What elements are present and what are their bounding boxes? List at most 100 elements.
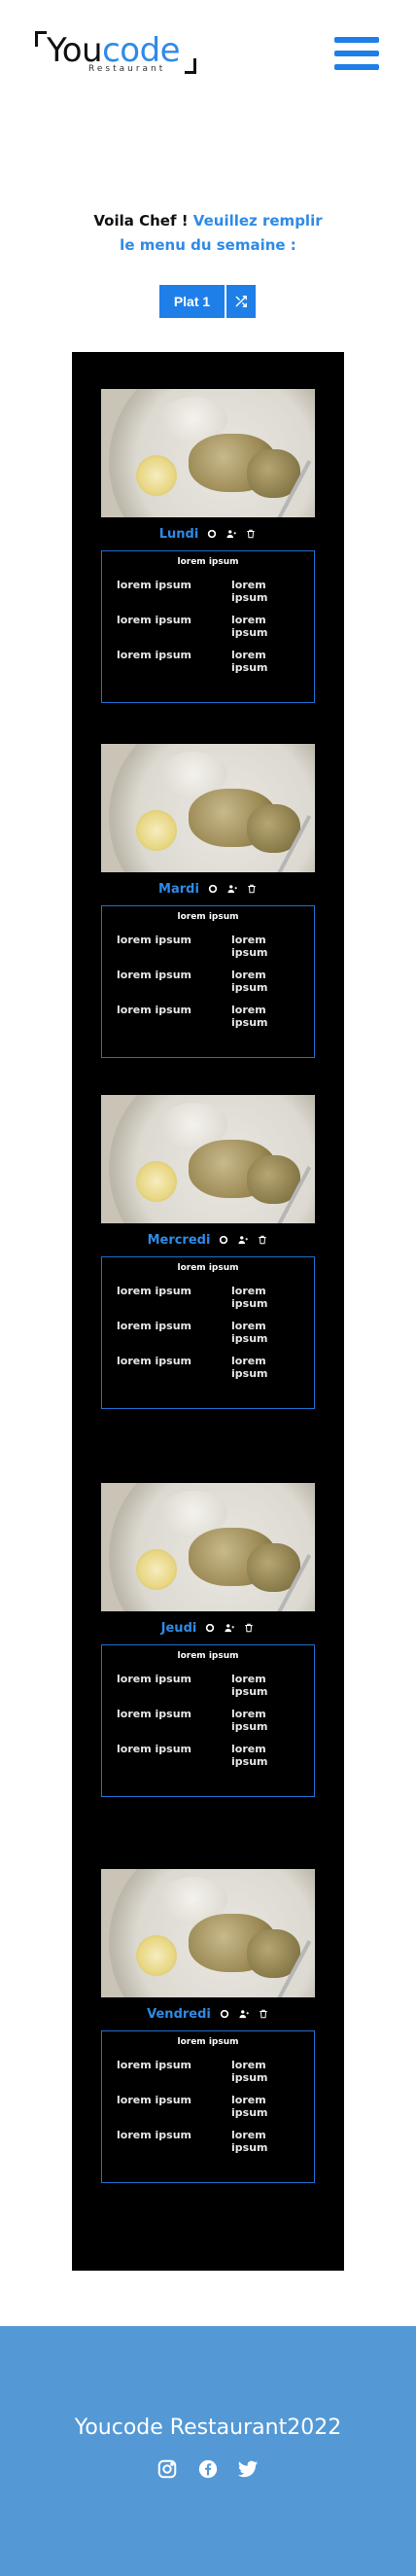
instagram-icon[interactable] xyxy=(156,2458,178,2480)
day-header: Vendredi xyxy=(101,1997,315,2030)
logo-bracket-bottom-right xyxy=(185,58,196,74)
day-name: Lundi xyxy=(158,526,199,542)
dish-photo xyxy=(101,1095,315,1223)
menu-item[interactable]: lorem ipsum xyxy=(117,579,231,594)
menu-item[interactable]: lorem ipsum xyxy=(117,614,231,629)
settings-icon[interactable] xyxy=(206,528,218,540)
settings-icon[interactable] xyxy=(204,1622,216,1634)
menu-item[interactable]: lorem ipsum xyxy=(117,969,231,984)
intro-instruction-1: Veuillez remplir xyxy=(192,212,323,229)
add-user-icon[interactable] xyxy=(226,883,238,895)
trash-icon[interactable] xyxy=(246,883,258,895)
dish-photo xyxy=(101,1869,315,1997)
footer: Youcode Restaurant2022 xyxy=(0,2326,416,2576)
logo[interactable]: Youcode Restaurant xyxy=(35,29,196,76)
menu-box-title: lorem ipsum xyxy=(177,2037,239,2047)
menu-box: lorem ipsum lorem ipsum lorem ipsum lore… xyxy=(101,550,315,703)
menu-box: lorem ipsum lorem ipsum lorem ipsum lore… xyxy=(101,1256,315,1409)
day-card: Jeudi lorem ipsum lorem ipsum lorem ipsu… xyxy=(101,1483,315,1797)
settings-icon[interactable] xyxy=(207,883,219,895)
hamburger-bar xyxy=(334,51,379,56)
menu-item[interactable]: lorem ipsum xyxy=(231,1743,301,1768)
hamburger-bar xyxy=(334,37,379,43)
trash-icon[interactable] xyxy=(257,1234,268,1246)
plat-button[interactable]: Plat 1 xyxy=(159,285,225,318)
menu-item[interactable]: lorem ipsum xyxy=(117,2094,231,2109)
menu-box-title: lorem ipsum xyxy=(177,1263,239,1273)
menu-item[interactable]: lorem ipsum xyxy=(231,1285,301,1310)
add-user-icon[interactable] xyxy=(237,1234,249,1246)
trash-icon[interactable] xyxy=(243,1622,255,1634)
menu-item[interactable]: lorem ipsum xyxy=(231,1673,301,1698)
twitter-icon[interactable] xyxy=(237,2458,259,2480)
menu-item[interactable]: lorem ipsum xyxy=(231,1320,301,1345)
menu-box-title: lorem ipsum xyxy=(177,1651,239,1661)
dish-photo xyxy=(101,1483,315,1611)
day-header: Mardi xyxy=(101,872,315,905)
menu-item[interactable]: lorem ipsum xyxy=(117,1708,231,1723)
day-card: Mardi lorem ipsum lorem ipsum lorem ipsu… xyxy=(101,744,315,1058)
day-name: Jeudi xyxy=(160,1620,197,1636)
menu-item[interactable]: lorem ipsum xyxy=(117,934,231,949)
menu-item[interactable]: lorem ipsum xyxy=(231,934,301,959)
menu-item[interactable]: lorem ipsum xyxy=(117,1285,231,1300)
menu-box: lorem ipsum lorem ipsum lorem ipsum lore… xyxy=(101,1644,315,1797)
menu-item[interactable]: lorem ipsum xyxy=(117,1743,231,1758)
menu-item[interactable]: lorem ipsum xyxy=(117,1355,231,1370)
logo-subtitle: Restaurant xyxy=(88,64,166,74)
intro-line-1: Voila Chef ! Veuillez remplir xyxy=(0,209,416,233)
add-user-icon[interactable] xyxy=(224,1622,235,1634)
menu-items-grid: lorem ipsum lorem ipsum lorem ipsum lore… xyxy=(117,2059,301,2154)
menu-items-grid: lorem ipsum lorem ipsum lorem ipsum lore… xyxy=(117,1285,301,1380)
menu-items-grid: lorem ipsum lorem ipsum lorem ipsum lore… xyxy=(117,579,301,674)
menu-box: lorem ipsum lorem ipsum lorem ipsum lore… xyxy=(101,905,315,1058)
day-name: Vendredi xyxy=(147,2006,211,2022)
plat-controls: Plat 1 xyxy=(159,285,256,318)
menu-item[interactable]: lorem ipsum xyxy=(231,2094,301,2119)
menu-item[interactable]: lorem ipsum xyxy=(117,1004,231,1019)
settings-icon[interactable] xyxy=(218,1234,229,1246)
intro-instruction-2: le menu du semaine : xyxy=(120,236,296,254)
day-card: Lundi lorem ipsum lorem ipsum lorem ipsu… xyxy=(101,389,315,703)
menu-item[interactable]: lorem ipsum xyxy=(117,1673,231,1688)
menu-box-title: lorem ipsum xyxy=(177,557,239,567)
menu-items-grid: lorem ipsum lorem ipsum lorem ipsum lore… xyxy=(117,934,301,1029)
intro-greeting: Voila Chef ! xyxy=(93,212,193,229)
menu-box: lorem ipsum lorem ipsum lorem ipsum lore… xyxy=(101,2030,315,2183)
shuffle-button[interactable] xyxy=(225,285,256,318)
add-user-icon[interactable] xyxy=(238,2008,250,2020)
menu-item[interactable]: lorem ipsum xyxy=(117,2059,231,2074)
menu-item[interactable]: lorem ipsum xyxy=(231,2059,301,2084)
settings-icon[interactable] xyxy=(219,2008,230,2020)
trash-icon[interactable] xyxy=(245,528,257,540)
menu-item[interactable]: lorem ipsum xyxy=(231,614,301,639)
intro-text: Voila Chef ! Veuillez remplir le menu du… xyxy=(0,209,416,258)
weekly-menu-panel: Lundi lorem ipsum lorem ipsum lorem ipsu… xyxy=(72,352,344,2271)
shuffle-icon xyxy=(235,296,247,307)
day-name: Mercredi xyxy=(147,1232,211,1248)
menu-item[interactable]: lorem ipsum xyxy=(231,649,301,674)
menu-item[interactable]: lorem ipsum xyxy=(231,1708,301,1733)
add-user-icon[interactable] xyxy=(225,528,237,540)
menu-item[interactable]: lorem ipsum xyxy=(231,969,301,994)
facebook-icon[interactable] xyxy=(197,2458,219,2480)
dish-photo xyxy=(101,389,315,517)
menu-item[interactable]: lorem ipsum xyxy=(117,1320,231,1335)
hamburger-bar xyxy=(334,64,379,70)
trash-icon[interactable] xyxy=(258,2008,269,2020)
menu-item[interactable]: lorem ipsum xyxy=(117,649,231,664)
menu-item[interactable]: lorem ipsum xyxy=(231,579,301,604)
footer-title: Youcode Restaurant2022 xyxy=(74,2416,342,2440)
dish-photo xyxy=(101,744,315,872)
hamburger-menu-icon[interactable] xyxy=(334,37,379,76)
logo-bracket-top-left xyxy=(35,31,47,47)
day-card: Vendredi lorem ipsum lorem ipsum lorem i… xyxy=(101,1869,315,2183)
menu-items-grid: lorem ipsum lorem ipsum lorem ipsum lore… xyxy=(117,1673,301,1768)
menu-item[interactable]: lorem ipsum xyxy=(117,2129,231,2144)
day-header: Mercredi xyxy=(101,1223,315,1256)
menu-item[interactable]: lorem ipsum xyxy=(231,1355,301,1380)
menu-item[interactable]: lorem ipsum xyxy=(231,2129,301,2154)
menu-box-title: lorem ipsum xyxy=(177,912,239,922)
day-card: Mercredi lorem ipsum lorem ipsum lorem i… xyxy=(101,1095,315,1409)
menu-item[interactable]: lorem ipsum xyxy=(231,1004,301,1029)
